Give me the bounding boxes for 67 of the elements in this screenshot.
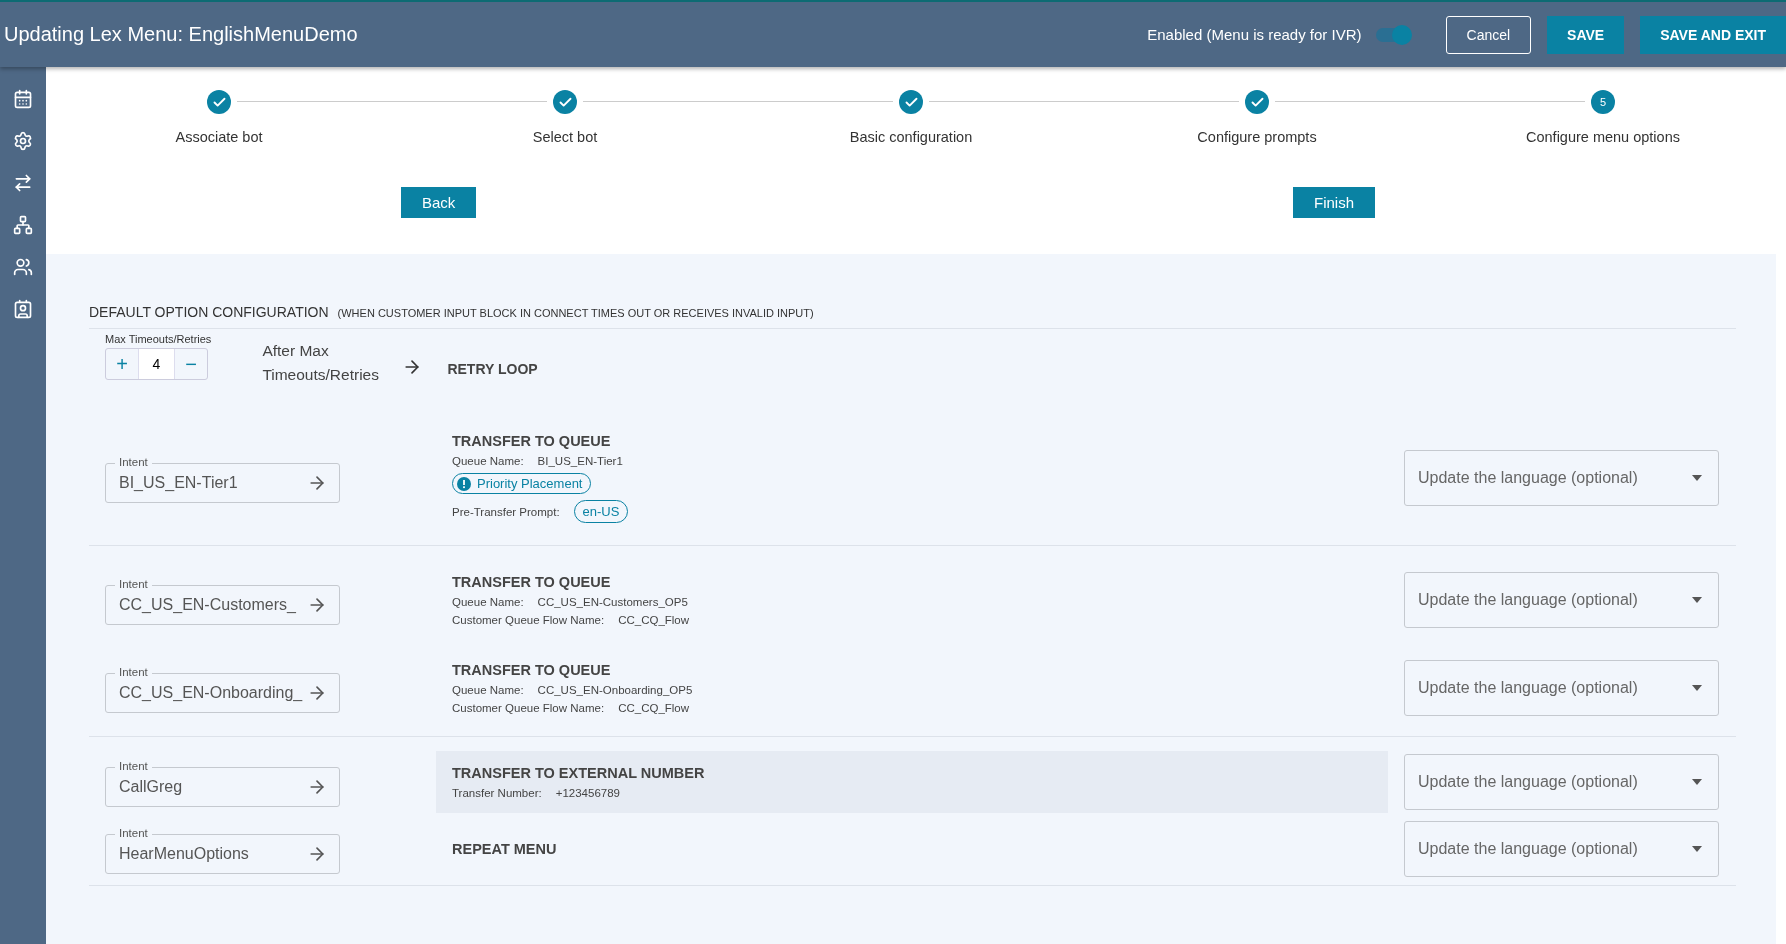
save-button[interactable]: SAVE (1547, 15, 1625, 54)
detail-label: Queue Name: (452, 455, 524, 467)
intent-value: CC_US_EN-Customers_ (119, 595, 296, 614)
detail-value: CC_US_EN-Customers_OP5 (537, 596, 688, 608)
intent-value: BI_US_EN-Tier1 (119, 473, 238, 492)
language-select[interactable]: Update the language (optional) (1404, 821, 1719, 877)
detail-label: Queue Name: (452, 684, 524, 696)
language-select[interactable]: Update the language (optional) (1404, 660, 1719, 716)
enabled-label: Enabled (Menu is ready for IVR) (1147, 26, 1362, 43)
action-title: TRANSFER TO EXTERNAL NUMBER (452, 765, 706, 781)
intent-value: HearMenuOptions (119, 844, 249, 863)
intent-field[interactable]: Intent CallGreg (105, 757, 340, 807)
caret-icon (1692, 597, 1702, 603)
finish-button[interactable]: Finish (1293, 187, 1375, 218)
action-title: TRANSFER TO QUEUE (452, 662, 612, 678)
intent-field[interactable]: Intent CC_US_EN-Onboarding_ (105, 663, 340, 713)
intent-value: CC_US_EN-Onboarding_ (119, 683, 303, 702)
enabled-toggle[interactable] (1375, 27, 1410, 42)
intent-value: CallGreg (119, 777, 183, 796)
retries-value[interactable]: 4 (138, 349, 175, 379)
increment-button[interactable]: + (106, 349, 138, 379)
caret-icon (1692, 779, 1702, 785)
action-title: TRANSFER TO QUEUE (452, 574, 612, 590)
language-select[interactable]: Update the language (optional) (1404, 572, 1719, 628)
detail-label: Customer Queue Flow Name: (452, 614, 605, 626)
detail-label: Pre-Transfer Prompt: (452, 505, 560, 518)
decrement-button[interactable]: − (175, 349, 207, 379)
step-label: Basic configuration (849, 129, 973, 145)
after-max-label: After Max Timeouts/Retries (262, 341, 380, 385)
alert-icon (457, 476, 471, 491)
action-title: TRANSFER TO QUEUE (452, 433, 612, 449)
step-label: Select bot (532, 129, 598, 145)
step-label: Configure menu options (1526, 129, 1680, 145)
detail-value: CC_US_EN-Onboarding_OP5 (537, 684, 693, 696)
caret-icon (1692, 475, 1702, 481)
settings-icon[interactable] (13, 131, 33, 151)
hierarchy-icon[interactable] (13, 215, 33, 235)
section-title: DEFAULT OPTION CONFIGURATION (89, 304, 329, 320)
action-title: REPEAT MENU (452, 841, 558, 857)
arrows-icon[interactable] (13, 173, 33, 193)
back-button[interactable]: Back (401, 187, 477, 218)
calendar-icon[interactable] (13, 89, 33, 109)
page-title: Updating Lex Menu: EnglishMenuDemo (4, 23, 359, 46)
intent-field[interactable]: Intent BI_US_EN-Tier1 (105, 453, 340, 503)
retry-action: RETRY LOOP (447, 361, 538, 377)
step-number: 5 (1591, 90, 1615, 114)
detail-label: Transfer Number: (452, 787, 542, 799)
max-retries-label: Max Timeouts/Retries (105, 333, 212, 345)
save-button[interactable]: SAVE AND EXIT (1640, 15, 1786, 54)
detail-value: CC_CQ_Flow (618, 702, 690, 714)
detail-value: +123456789 (555, 787, 620, 799)
detail-label: Customer Queue Flow Name: (452, 702, 605, 714)
caret-icon (1692, 685, 1702, 691)
intent-field[interactable]: Intent CC_US_EN-Customers_ (105, 575, 340, 625)
language-select[interactable]: Update the language (optional) (1404, 754, 1719, 810)
intent-field[interactable]: Intent HearMenuOptions (105, 824, 340, 874)
detail-value: BI_US_EN-Tier1 (537, 455, 623, 467)
step-label: Associate bot (175, 129, 263, 145)
caret-icon (1692, 846, 1702, 852)
people-icon[interactable] (13, 257, 33, 277)
detail-label: Queue Name: (452, 596, 524, 608)
language-select[interactable]: Update the language (optional) (1404, 450, 1719, 506)
step-label: Configure prompts (1197, 129, 1317, 145)
contact-card-icon[interactable] (13, 299, 33, 319)
cancel-button[interactable]: Cancel (1445, 15, 1532, 54)
detail-value: CC_CQ_Flow (618, 614, 690, 626)
section-subtitle: (WHEN CUSTOMER INPUT BLOCK IN CONNECT TIMES OUT OR RECEIVES INVALID INPUT) (337, 307, 814, 319)
